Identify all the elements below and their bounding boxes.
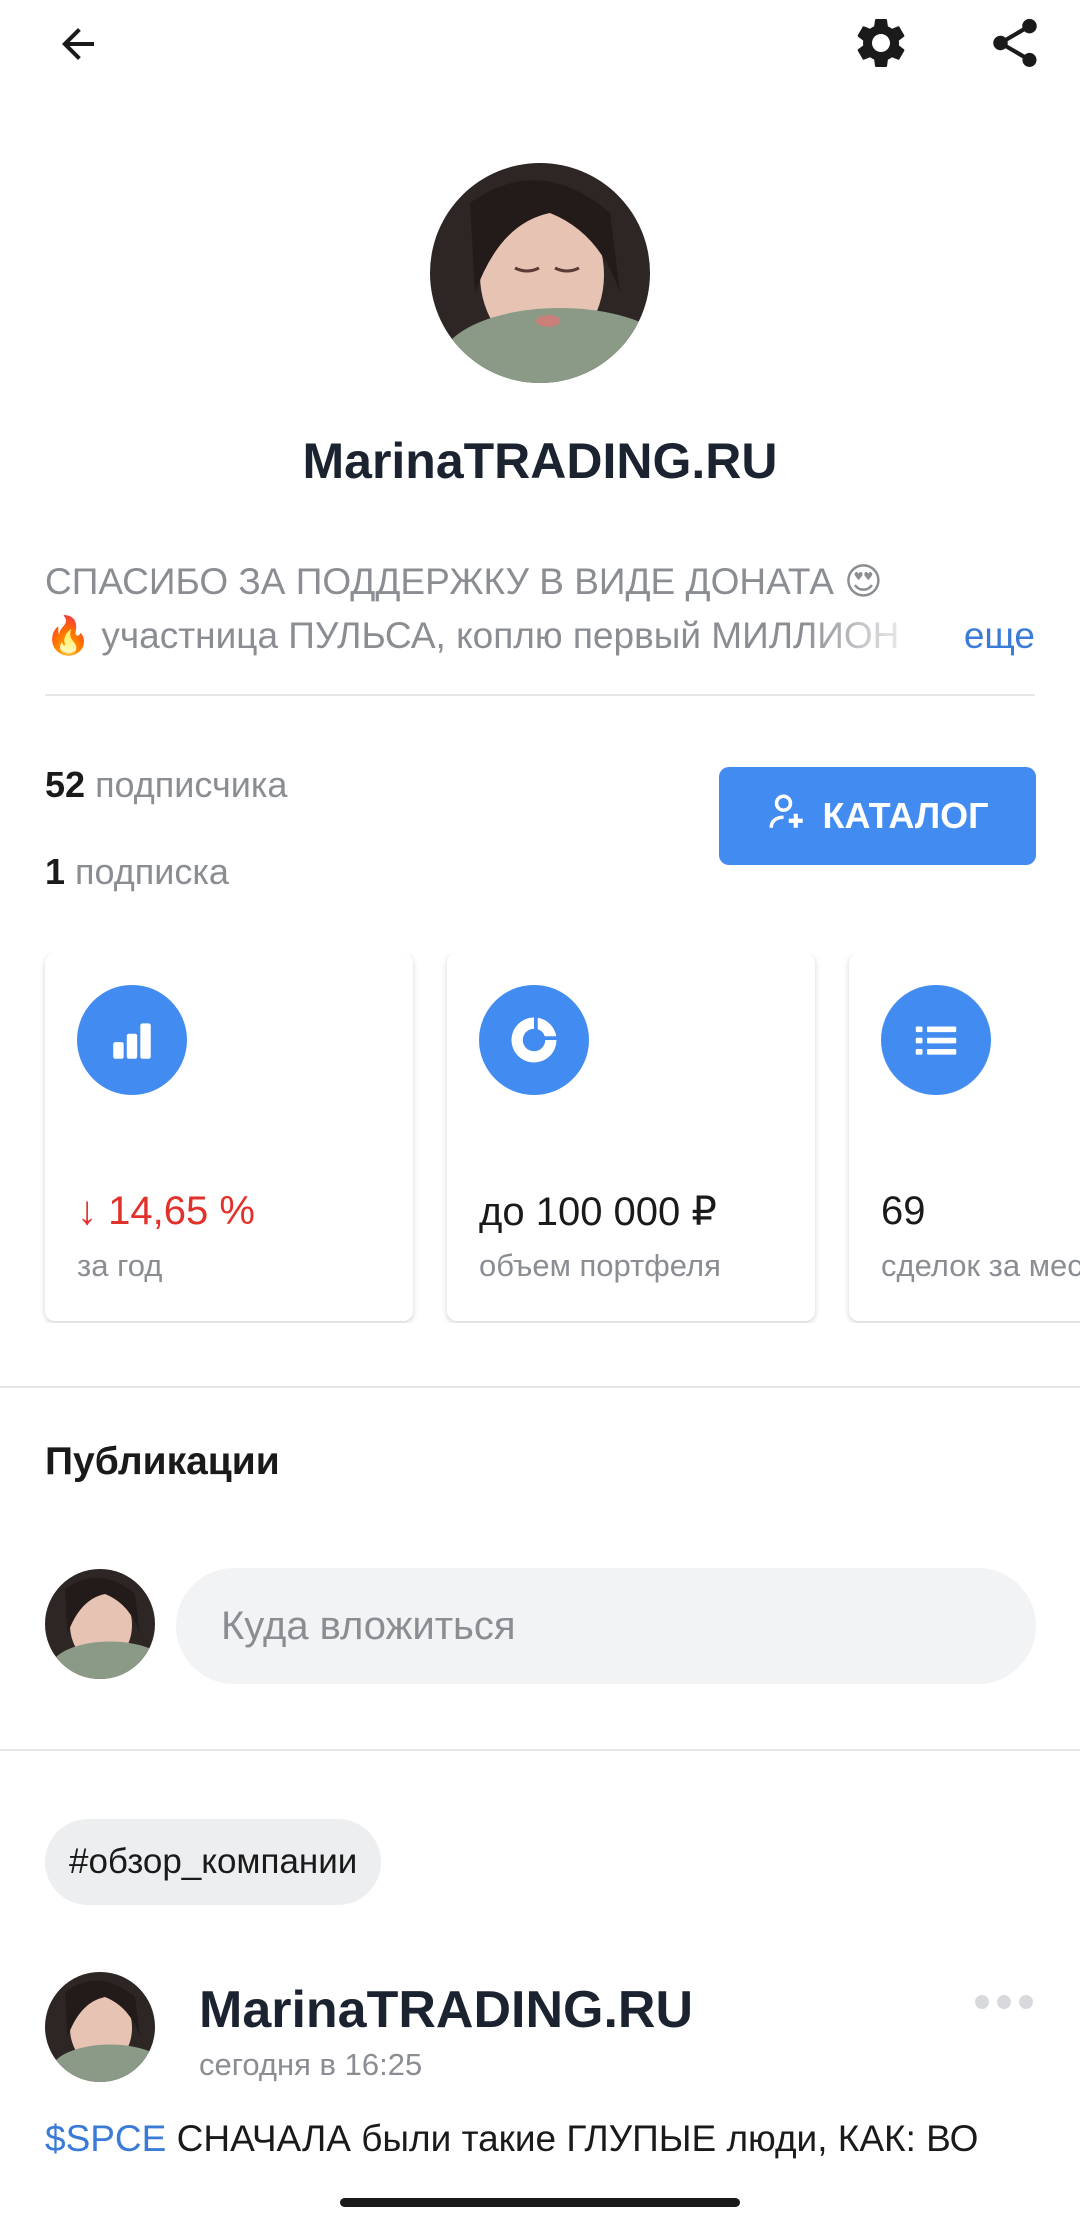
catalog-button[interactable]: КАТАЛОГ bbox=[719, 767, 1036, 865]
publications-title: Публикации bbox=[45, 1440, 280, 1483]
profile-avatar[interactable] bbox=[430, 163, 650, 383]
arrow-left-icon[interactable] bbox=[40, 12, 116, 76]
post-tag[interactable]: #обзор_компании bbox=[45, 1819, 382, 1905]
card-label: объем портфеля bbox=[479, 1248, 721, 1283]
post-composer-input[interactable]: Куда вложиться bbox=[176, 1568, 1036, 1684]
post-timestamp: сегодня в 16:25 bbox=[199, 2047, 423, 2082]
profile-name: MarinaTRADING.RU bbox=[302, 433, 778, 489]
divider bbox=[45, 694, 1035, 696]
card-portfolio-volume[interactable]: до 100 000 ₽ объем портфеля bbox=[447, 953, 815, 1321]
post-body: СНАЧАЛА были такие ГЛУПЫЕ люди, КАК: ВО bbox=[166, 2118, 979, 2159]
post-author-avatar[interactable] bbox=[45, 1972, 155, 2082]
following-count: 1 bbox=[45, 851, 66, 892]
arrow-down-icon: ↓ bbox=[77, 1189, 97, 1233]
bio-line-2: 🔥 участница ПУЛЬСА, коплю первый МИЛЛИОН bbox=[45, 615, 900, 656]
portfolio-icon bbox=[479, 985, 589, 1095]
post-ticker-link[interactable]: $SPCE bbox=[45, 2118, 166, 2159]
bar-chart-icon bbox=[77, 985, 187, 1095]
top-bar bbox=[0, 0, 1080, 90]
list-icon bbox=[881, 985, 991, 1095]
bio-more-link[interactable]: еще bbox=[964, 609, 1035, 663]
followers-stat[interactable]: 52 подписчика bbox=[45, 755, 287, 815]
add-user-icon bbox=[766, 791, 808, 842]
followers-count: 52 bbox=[45, 764, 86, 805]
post-author-name[interactable]: MarinaTRADING.RU bbox=[199, 1980, 693, 2040]
gear-icon[interactable] bbox=[846, 8, 916, 78]
card-yearly-return[interactable]: ↓ 14,65 % за год bbox=[45, 953, 413, 1321]
composer-avatar bbox=[45, 1569, 155, 1679]
divider bbox=[0, 1386, 1080, 1388]
card-value: до 100 000 ₽ bbox=[479, 1190, 717, 1234]
profile-stats: 52 подписчика 1 подписка bbox=[45, 755, 287, 902]
more-options-icon[interactable] bbox=[975, 1990, 1035, 2014]
post-text: $SPCE СНАЧАЛА были такие ГЛУПЫЕ люди, КА… bbox=[45, 2118, 1045, 2160]
following-stat[interactable]: 1 подписка bbox=[45, 842, 287, 902]
share-icon[interactable] bbox=[980, 8, 1050, 78]
card-value: ↓ 14,65 % bbox=[77, 1189, 255, 1234]
catalog-button-label: КАТАЛОГ bbox=[822, 795, 989, 836]
card-label: сделок за месяц bbox=[881, 1248, 1080, 1283]
home-indicator[interactable] bbox=[340, 2198, 740, 2207]
card-label: за год bbox=[77, 1248, 163, 1283]
stats-cards: ↓ 14,65 % за год до 100 000 ₽ объем порт… bbox=[0, 953, 1080, 1323]
following-label: подписка bbox=[75, 851, 229, 892]
card-value: 69 bbox=[881, 1189, 926, 1233]
divider bbox=[0, 1749, 1080, 1751]
card-monthly-trades[interactable]: 69 сделок за месяц bbox=[849, 953, 1080, 1321]
followers-label: подписчика bbox=[95, 764, 288, 805]
yearly-return-value: 14,65 % bbox=[108, 1189, 255, 1233]
profile-bio: СПАСИБО ЗА ПОДДЕРЖКУ В ВИДЕ ДОНАТА 😍 🔥 у… bbox=[45, 555, 1035, 663]
bio-line-1: СПАСИБО ЗА ПОДДЕРЖКУ В ВИДЕ ДОНАТА 😍 bbox=[45, 561, 883, 602]
